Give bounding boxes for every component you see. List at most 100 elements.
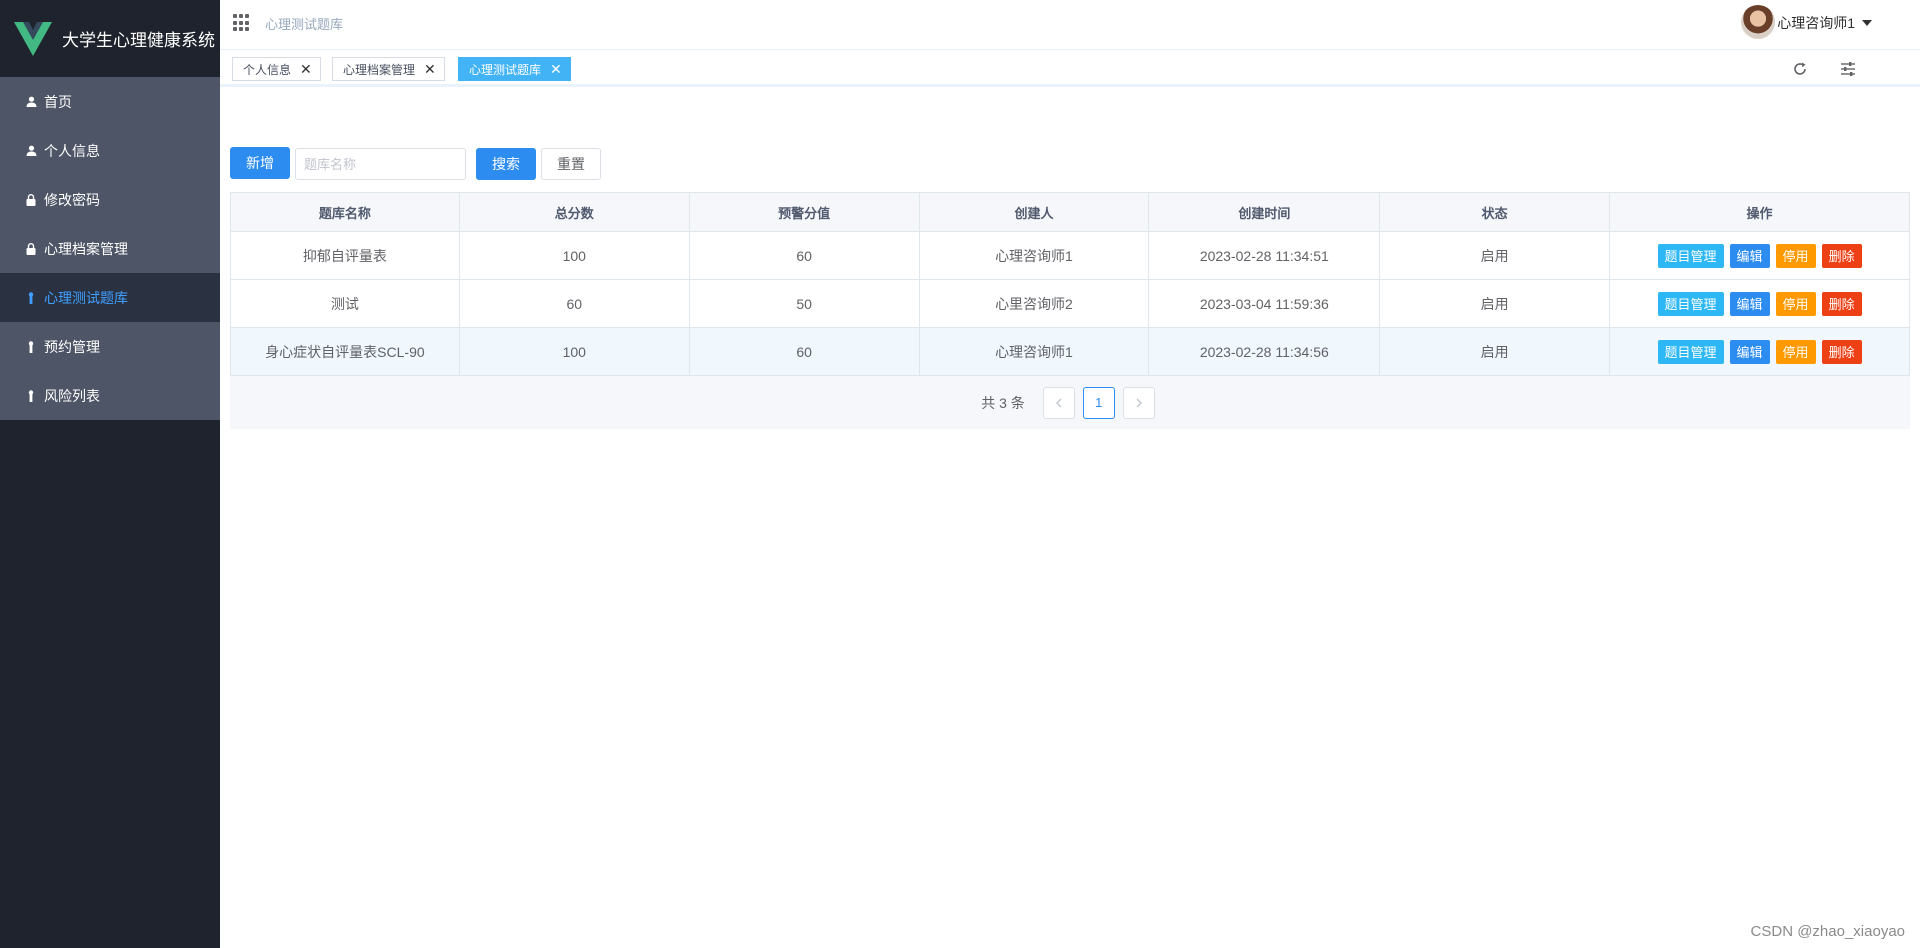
tab-label: 心理测试题库 — [469, 62, 542, 77]
tags-view: 个人信息 ✕ 心理档案管理 ✕ 心理测试题库 ✕ — [220, 49, 1920, 87]
cell-actions: 题目管理 编辑 停用 删除 — [1609, 231, 1910, 280]
sidebar-item-label: 修改密码 — [44, 191, 100, 208]
sidebar-menu: 首页 个人信息 修改密码 心理档案管理 心理测试题库 预约管理 风险列表 — [0, 77, 220, 420]
page-number-button[interactable]: 1 — [1082, 386, 1115, 419]
sidebar-item-profile[interactable]: 个人信息 — [0, 126, 220, 175]
pagination: 共 3 条 1 — [230, 376, 1910, 429]
cell-status: 启用 — [1379, 327, 1611, 376]
sidebar-item-home[interactable]: 首页 — [0, 77, 220, 126]
close-icon[interactable]: ✕ — [550, 62, 562, 76]
sidebar-item-test-bank[interactable]: 心理测试题库 — [0, 273, 220, 322]
column-header-name[interactable]: 题库名称 — [230, 192, 460, 232]
table-header-row: 题库名称 总分数 预警分值 创建人 创建时间 状态 操作 — [230, 192, 1910, 232]
watermark: CSDN @zhao_xiaoyao — [1750, 923, 1905, 940]
table-row[interactable]: 测试 60 50 心里咨询师2 2023-03-04 11:59:36 启用 题… — [230, 279, 1910, 328]
cell-creator: 心理咨询师1 — [918, 327, 1150, 376]
close-icon[interactable]: ✕ — [424, 62, 436, 76]
sidebar: 大学生心理健康系统 首页 个人信息 修改密码 心理档案管理 心理测试题库 预约管… — [0, 0, 220, 948]
cell-name: 身心症状自评量表SCL-90 — [230, 327, 460, 376]
table-row[interactable]: 身心症状自评量表SCL-90 100 60 心理咨询师1 2023-02-28 … — [230, 327, 1910, 376]
column-header-warn[interactable]: 预警分值 — [688, 192, 920, 232]
disable-button[interactable]: 停用 — [1775, 243, 1816, 268]
edit-button[interactable]: 编辑 — [1729, 339, 1770, 364]
sidebar-item-label: 首页 — [44, 93, 72, 110]
sidebar-item-archive[interactable]: 心理档案管理 — [0, 224, 220, 273]
cell-status: 启用 — [1379, 279, 1611, 328]
cell-warn: 50 — [688, 279, 920, 328]
sidebar-item-change-password[interactable]: 修改密码 — [0, 175, 220, 224]
cell-name: 抑郁自评量表 — [230, 231, 460, 280]
reset-button[interactable]: 重置 — [541, 148, 601, 180]
cell-creator: 心里咨询师2 — [918, 279, 1150, 328]
user-menu[interactable]: 心理咨询师1 — [1777, 13, 1872, 33]
breadcrumb[interactable]: 心理测试题库 — [265, 14, 343, 33]
delete-button[interactable]: 删除 — [1821, 243, 1862, 268]
cell-status: 启用 — [1379, 231, 1611, 280]
refresh-icon[interactable] — [1791, 60, 1809, 78]
avatar[interactable] — [1741, 5, 1775, 39]
user-name: 心理咨询师1 — [1777, 15, 1855, 31]
search-button[interactable]: 搜索 — [476, 148, 536, 180]
sidebar-item-label: 心理测试题库 — [44, 289, 128, 306]
cell-total: 100 — [458, 327, 690, 376]
test-bank-table: 题库名称 总分数 预警分值 创建人 创建时间 状态 操作 抑郁自评量表 100 … — [230, 192, 1910, 376]
tab-test-bank[interactable]: 心理测试题库 ✕ — [458, 57, 571, 81]
tab-label: 心理档案管理 — [343, 62, 416, 77]
cell-total: 60 — [458, 279, 690, 328]
column-header-total[interactable]: 总分数 — [458, 192, 690, 232]
sidebar-item-appointments[interactable]: 预约管理 — [0, 322, 220, 371]
column-header-created[interactable]: 创建时间 — [1148, 192, 1381, 232]
sidebar-item-risk-list[interactable]: 风险列表 — [0, 371, 220, 420]
brand: 大学生心理健康系统 — [0, 0, 220, 77]
cell-actions: 题目管理 编辑 停用 删除 — [1609, 279, 1910, 328]
cell-created: 2023-02-28 11:34:51 — [1148, 231, 1381, 280]
add-button[interactable]: 新增 — [230, 147, 290, 179]
user-icon — [25, 145, 37, 157]
lock-icon — [25, 193, 37, 206]
pin-icon — [25, 389, 37, 402]
settings-sliders-icon[interactable] — [1839, 60, 1857, 78]
pagination-total: 共 3 条 — [981, 394, 1025, 411]
cell-warn: 60 — [688, 231, 920, 280]
pin-icon — [25, 340, 37, 353]
column-header-actions: 操作 — [1609, 192, 1910, 232]
manage-questions-button[interactable]: 题目管理 — [1657, 243, 1724, 268]
cell-actions: 题目管理 编辑 停用 删除 — [1609, 327, 1910, 376]
cell-created: 2023-03-04 11:59:36 — [1148, 279, 1381, 328]
sidebar-item-label: 个人信息 — [44, 142, 100, 159]
delete-button[interactable]: 删除 — [1821, 291, 1862, 316]
pin-icon — [25, 291, 37, 304]
next-page-button[interactable] — [1122, 386, 1155, 419]
sidebar-item-label: 心理档案管理 — [44, 240, 128, 257]
sidebar-item-label: 风险列表 — [44, 387, 100, 404]
chevron-left-icon — [1055, 398, 1062, 407]
search-input[interactable] — [295, 148, 466, 180]
cell-created: 2023-02-28 11:34:56 — [1148, 327, 1381, 376]
table-row[interactable]: 抑郁自评量表 100 60 心理咨询师1 2023-02-28 11:34:51… — [230, 231, 1910, 280]
vue-logo-icon — [14, 21, 52, 56]
manage-questions-button[interactable]: 题目管理 — [1657, 339, 1724, 364]
delete-button[interactable]: 删除 — [1821, 339, 1862, 364]
cell-name: 测试 — [230, 279, 460, 328]
prev-page-button[interactable] — [1042, 386, 1075, 419]
chevron-right-icon — [1136, 398, 1142, 407]
disable-button[interactable]: 停用 — [1775, 339, 1816, 364]
tab-profile[interactable]: 个人信息 ✕ — [232, 57, 321, 81]
tab-label: 个人信息 — [243, 62, 292, 77]
edit-button[interactable]: 编辑 — [1729, 243, 1770, 268]
tab-archive[interactable]: 心理档案管理 ✕ — [332, 57, 445, 81]
cell-total: 100 — [458, 231, 690, 280]
edit-button[interactable]: 编辑 — [1729, 291, 1770, 316]
cell-warn: 60 — [688, 327, 920, 376]
column-header-creator[interactable]: 创建人 — [918, 192, 1150, 232]
column-header-status[interactable]: 状态 — [1379, 192, 1611, 232]
app-title: 大学生心理健康系统 — [62, 31, 215, 50]
user-icon — [25, 96, 37, 108]
manage-questions-button[interactable]: 题目管理 — [1657, 291, 1724, 316]
lock-icon — [25, 242, 37, 255]
sidebar-item-label: 预约管理 — [44, 338, 100, 355]
disable-button[interactable]: 停用 — [1775, 291, 1816, 316]
cell-creator: 心理咨询师1 — [918, 231, 1150, 280]
apps-grid-icon[interactable] — [233, 14, 251, 32]
close-icon[interactable]: ✕ — [300, 62, 312, 76]
